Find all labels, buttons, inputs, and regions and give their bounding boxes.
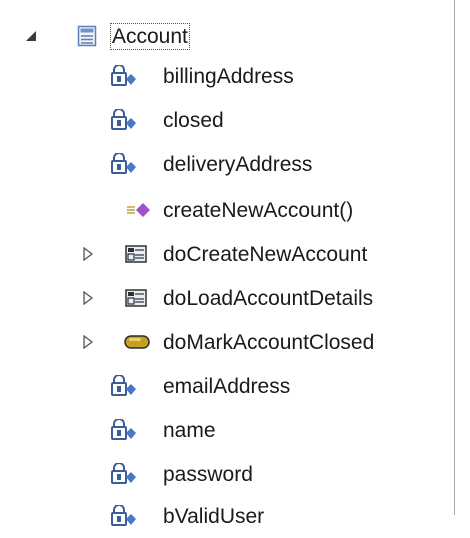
expanded-triangle-icon[interactable] <box>24 29 38 43</box>
tree-node-label: doMarkAccountClosed <box>163 330 375 354</box>
outline-tree: Account billingAddress closed deliveryAd… <box>0 0 455 527</box>
private-field-icon <box>110 109 136 131</box>
tree-node-label: createNewAccount() <box>163 198 354 222</box>
tree-node-label: closed <box>163 108 224 132</box>
tree-node-label: name <box>163 418 216 442</box>
tree-node-label: doLoadAccountDetails <box>163 286 374 310</box>
method-icon <box>126 199 152 221</box>
private-field-icon <box>110 463 136 485</box>
class-icon <box>74 25 100 47</box>
collapsed-triangle-icon[interactable] <box>81 335 95 349</box>
private-field-icon <box>110 419 136 441</box>
tree-node-field[interactable]: billingAddress <box>0 54 454 98</box>
collapsed-triangle-icon[interactable] <box>81 291 95 305</box>
tree-node-field[interactable]: deliveryAddress <box>0 142 454 186</box>
capsule-icon <box>124 331 150 353</box>
tree-node-field[interactable]: password <box>0 452 454 496</box>
collapsed-triangle-icon[interactable] <box>81 247 95 261</box>
tree-node-field[interactable]: closed <box>0 98 454 142</box>
tree-node-account[interactable]: Account <box>0 14 454 58</box>
private-field-icon <box>110 505 136 527</box>
tree-node-label: doCreateNewAccount <box>163 242 368 266</box>
private-field-icon <box>110 375 136 397</box>
tree-node-expandable[interactable]: doCreateNewAccount <box>0 232 454 276</box>
tree-node-label: deliveryAddress <box>163 152 313 176</box>
tree-node-expandable[interactable]: doMarkAccountClosed <box>0 320 454 364</box>
structure-icon <box>124 243 150 265</box>
tree-node-label: emailAddress <box>163 374 291 398</box>
tree-node-label: password <box>163 462 253 486</box>
tree-node-label: bValidUser <box>163 504 265 528</box>
private-field-icon <box>110 153 136 175</box>
tree-node-field[interactable]: bValidUser <box>0 494 454 538</box>
tree-node-field[interactable]: emailAddress <box>0 364 454 408</box>
tree-node-expandable[interactable]: doLoadAccountDetails <box>0 276 454 320</box>
tree-node-label: Account <box>110 22 190 50</box>
tree-node-label: billingAddress <box>163 64 294 88</box>
tree-node-field[interactable]: name <box>0 408 454 452</box>
private-field-icon <box>110 65 136 87</box>
structure-icon <box>124 287 150 309</box>
tree-node-method[interactable]: createNewAccount() <box>0 188 454 232</box>
